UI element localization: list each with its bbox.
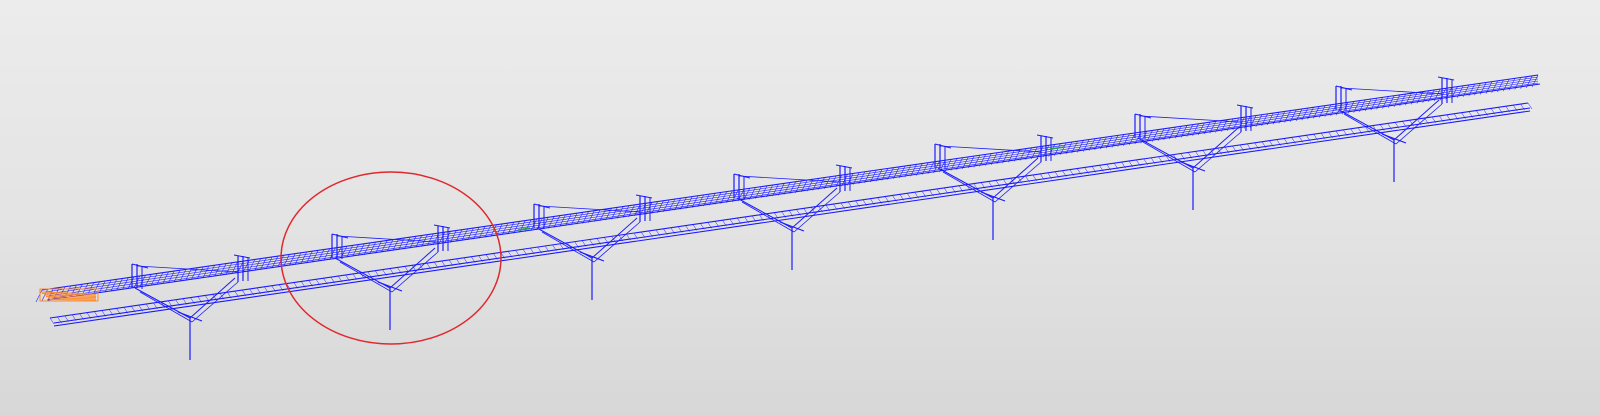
deck-rib — [196, 266, 204, 279]
bracing-member — [391, 251, 439, 293]
bracing-member — [992, 157, 1039, 199]
deck-rib — [173, 270, 181, 283]
deck-rib — [179, 269, 187, 282]
girder-rib — [49, 317, 55, 325]
truss-chord — [233, 254, 251, 259]
deck-stringer-line — [48, 80, 1539, 297]
deck-rib — [93, 281, 100, 294]
deck-rib — [47, 288, 54, 301]
piers — [177, 133, 1407, 360]
truss-chord — [1236, 104, 1254, 109]
truss-chord — [433, 224, 451, 229]
deck-rib — [208, 265, 215, 278]
deck-edge-line — [53, 107, 1531, 324]
deck-rib — [139, 274, 146, 288]
bracing-member — [1395, 103, 1443, 145]
deck-rib — [99, 280, 106, 294]
bracing-member — [541, 231, 595, 263]
truss-chord — [835, 164, 853, 169]
truss-chord — [1036, 134, 1054, 139]
deck-rib — [254, 258, 261, 271]
truss-chord — [635, 194, 653, 199]
diagonal-brace — [1139, 115, 1242, 123]
truss-frame — [331, 224, 451, 293]
3d-viewport[interactable] — [0, 0, 1600, 416]
deck-edge-line — [53, 110, 1531, 327]
deck-rib — [156, 272, 164, 285]
bridge-wireframe-model[interactable] — [0, 0, 1600, 416]
bracing-member — [791, 187, 838, 229]
bracing-member — [1393, 99, 1440, 141]
deck-rib — [265, 256, 273, 270]
bridge-deck-wireframe — [35, 74, 1541, 327]
deck-rib — [145, 274, 152, 287]
deck-rib — [248, 259, 256, 272]
diagonal-brace — [136, 265, 239, 273]
deck-rib — [150, 273, 158, 286]
deck-rib — [70, 284, 77, 298]
deck-rib — [168, 270, 175, 284]
deck-rib — [219, 263, 227, 276]
deck-rib — [260, 257, 267, 270]
diagonal-brace — [738, 175, 841, 183]
deck-rib — [202, 265, 210, 279]
bracing-member — [339, 261, 393, 293]
truss-chord — [1437, 76, 1455, 81]
deck-rib — [104, 279, 112, 293]
bracing-member — [1194, 131, 1242, 173]
node-accent — [1049, 146, 1065, 150]
selected-segment-line — [49, 299, 97, 301]
deck-rib — [116, 278, 123, 291]
deck-rib — [122, 277, 129, 290]
deck-rib — [110, 279, 118, 292]
deck-rib — [162, 271, 169, 284]
deck-rib — [185, 268, 192, 281]
bracing-member — [1192, 127, 1239, 169]
bracing-member — [1142, 141, 1196, 173]
deck-edge-line — [47, 83, 1541, 301]
bracing-member — [994, 161, 1042, 203]
diagonal-brace — [336, 235, 439, 243]
deck-rib — [225, 262, 233, 275]
deck-rib — [127, 276, 135, 289]
bracing-member — [741, 201, 795, 233]
